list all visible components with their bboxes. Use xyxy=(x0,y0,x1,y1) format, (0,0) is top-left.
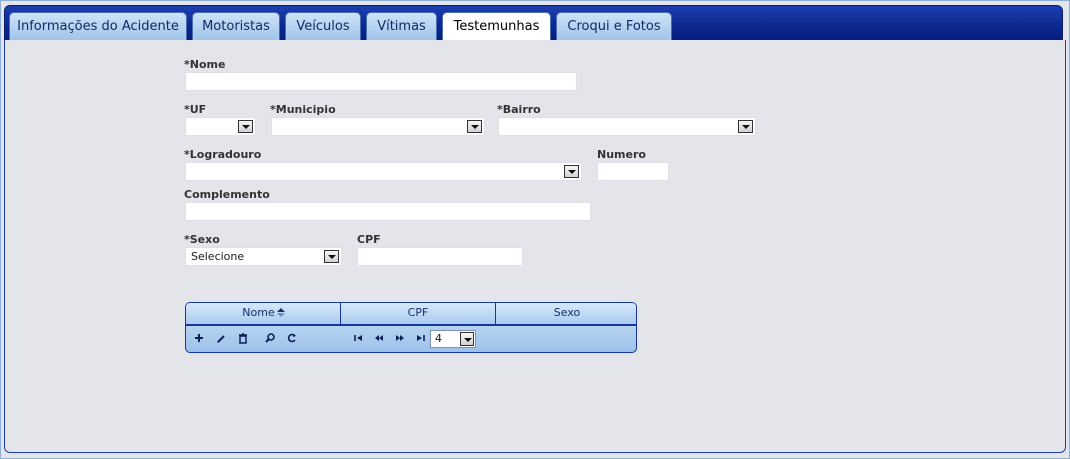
municipio-select[interactable] xyxy=(271,117,485,136)
delete-icon[interactable] xyxy=(236,332,250,346)
tab-informacoes-acidente[interactable]: Informações do Acidente xyxy=(9,12,187,40)
column-header-cpf[interactable]: CPF xyxy=(341,303,496,326)
numero-label: Numero xyxy=(597,148,646,161)
first-page-icon[interactable] xyxy=(352,332,366,346)
numero-input[interactable] xyxy=(597,162,669,181)
tab-bar: Informações do Acidente Motoristas Veícu… xyxy=(4,5,1063,42)
page-size-value: 4 xyxy=(435,332,442,345)
logradouro-dropdown-arrow-icon[interactable] xyxy=(564,165,579,178)
column-header-sexo[interactable]: Sexo xyxy=(496,303,636,326)
last-page-icon[interactable] xyxy=(413,332,427,346)
logradouro-label: *Logradouro xyxy=(184,148,262,161)
sort-icon[interactable] xyxy=(276,308,285,317)
app-frame: Informações do Acidente Motoristas Veícu… xyxy=(0,0,1070,459)
column-header-nome-label: Nome xyxy=(242,306,275,319)
complemento-label: Complemento xyxy=(184,188,270,201)
nome-label: *Nome xyxy=(184,58,226,71)
tab-testemunhas[interactable]: Testemunhas xyxy=(442,12,551,42)
column-header-nome[interactable]: Nome xyxy=(186,303,341,326)
testemunhas-grid: Nome CPF Sexo 4 xyxy=(185,302,637,353)
uf-dropdown-arrow-icon[interactable] xyxy=(238,120,253,133)
nome-input[interactable] xyxy=(185,72,577,91)
page-size-select[interactable]: 4 xyxy=(430,330,476,348)
municipio-label: *Municipio xyxy=(270,103,336,116)
bairro-select[interactable] xyxy=(498,117,756,136)
page-size-dropdown-arrow-icon[interactable] xyxy=(460,332,474,346)
tab-veiculos[interactable]: Veículos xyxy=(285,12,361,40)
uf-select[interactable] xyxy=(185,117,256,136)
sexo-label: *Sexo xyxy=(184,233,220,246)
tab-croqui-fotos[interactable]: Croqui e Fotos xyxy=(556,12,672,40)
sexo-select-value: Selecione xyxy=(191,250,245,263)
refresh-icon[interactable] xyxy=(285,332,299,346)
next-page-icon[interactable] xyxy=(393,332,407,346)
sexo-select[interactable]: Selecione xyxy=(185,247,342,266)
add-icon[interactable] xyxy=(192,332,206,346)
sexo-dropdown-arrow-icon[interactable] xyxy=(324,250,339,263)
bairro-dropdown-arrow-icon[interactable] xyxy=(738,120,753,133)
logradouro-select[interactable] xyxy=(185,162,582,181)
tab-motoristas[interactable]: Motoristas xyxy=(192,12,280,40)
cpf-input[interactable] xyxy=(357,247,523,266)
tab-vitimas[interactable]: Vítimas xyxy=(366,12,437,40)
complemento-input[interactable] xyxy=(185,202,591,221)
search-icon[interactable] xyxy=(263,332,277,346)
prev-page-icon[interactable] xyxy=(372,332,386,346)
uf-label: *UF xyxy=(184,103,207,116)
bairro-label: *Bairro xyxy=(497,103,541,116)
cpf-label: CPF xyxy=(357,233,381,246)
testemunhas-panel: *Nome *UF *Municipio *Bairro *Logradouro… xyxy=(4,40,1066,453)
municipio-dropdown-arrow-icon[interactable] xyxy=(467,120,482,133)
edit-icon[interactable] xyxy=(214,332,228,346)
grid-header: Nome CPF Sexo xyxy=(186,303,636,326)
